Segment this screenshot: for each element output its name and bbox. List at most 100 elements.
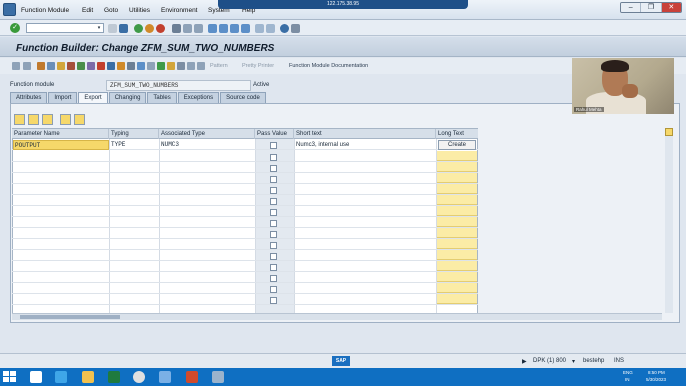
activate-icon[interactable]	[67, 62, 75, 70]
table-row[interactable]	[12, 184, 478, 195]
file-explorer-icon[interactable]	[30, 371, 42, 383]
chevron-down-icon[interactable]: ▾	[95, 24, 103, 32]
function-module-documentation-button[interactable]: Function Module Documentation	[289, 63, 368, 69]
pass-value-checkbox[interactable]	[270, 275, 277, 282]
table-row[interactable]	[12, 228, 478, 239]
pass-value-checkbox[interactable]	[270, 209, 277, 216]
enhance-icon[interactable]	[177, 62, 185, 70]
copy-icon[interactable]	[197, 62, 205, 70]
long-text-cell[interactable]	[437, 283, 477, 293]
long-text-cell[interactable]	[437, 294, 477, 304]
table-row[interactable]	[12, 272, 478, 283]
table-row[interactable]	[12, 250, 478, 261]
menu-edit[interactable]: Edit	[82, 7, 93, 14]
excel-icon[interactable]	[108, 371, 120, 383]
pattern-button[interactable]: Pattern	[210, 63, 228, 69]
table-row[interactable]	[12, 173, 478, 184]
forward-arrow-icon[interactable]	[23, 62, 31, 70]
header-short-text[interactable]: Short text	[294, 129, 436, 139]
tab-changing[interactable]: Changing	[108, 92, 147, 103]
table-row[interactable]	[12, 217, 478, 228]
enter-check-icon[interactable]: ✓	[10, 23, 20, 33]
sap-window-icon[interactable]	[3, 3, 16, 16]
close-button[interactable]: ✕	[661, 3, 681, 12]
tab-import[interactable]: Import	[48, 92, 78, 103]
language-indicator[interactable]: ENG	[623, 370, 633, 375]
tab-tables[interactable]: Tables	[147, 92, 177, 103]
folder-icon[interactable]	[82, 371, 94, 383]
pass-value-checkbox[interactable]	[270, 165, 277, 172]
first-page-icon[interactable]	[208, 24, 217, 33]
long-text-cell[interactable]	[437, 206, 477, 216]
pretty-printer-button[interactable]: Pretty Printer	[242, 63, 274, 69]
object-list-icon[interactable]	[107, 62, 115, 70]
app-icon[interactable]	[159, 371, 171, 383]
pass-value-checkbox[interactable]	[270, 187, 277, 194]
paste-row-icon[interactable]	[42, 114, 53, 125]
shortcut-icon[interactable]	[266, 24, 275, 33]
other-object-icon[interactable]	[47, 62, 55, 70]
exit-icon[interactable]	[145, 24, 154, 33]
tab-attributes[interactable]: Attributes	[10, 92, 48, 103]
clock-time[interactable]: 8:50 PM	[648, 370, 665, 375]
pass-value-checkbox[interactable]	[270, 297, 277, 304]
long-text-cell[interactable]	[437, 239, 477, 249]
customize-layout-icon[interactable]	[291, 24, 300, 33]
clock-date[interactable]: 5/30/2023	[646, 377, 666, 382]
save-icon[interactable]	[119, 24, 128, 33]
long-text-cell[interactable]	[437, 151, 477, 161]
typing-cell[interactable]: TYPE	[111, 140, 125, 150]
navigation-icon[interactable]	[117, 62, 125, 70]
pass-value-checkbox[interactable]	[270, 198, 277, 205]
long-text-cell[interactable]	[437, 162, 477, 172]
vertical-scrollbar[interactable]	[665, 128, 673, 313]
table-row[interactable]	[12, 239, 478, 250]
sap-gui-icon[interactable]	[212, 371, 224, 383]
chevron-down-icon[interactable]: ▾	[572, 358, 575, 365]
chrome-icon[interactable]	[133, 371, 145, 383]
table-row[interactable]	[12, 162, 478, 173]
system-info[interactable]: DPK (1) 800	[533, 358, 566, 364]
restore-button[interactable]: ❐	[641, 3, 662, 12]
play-icon[interactable]: ▶	[522, 358, 527, 365]
pass-value-checkbox[interactable]	[270, 242, 277, 249]
table-row[interactable]	[12, 206, 478, 217]
table-row[interactable]	[12, 283, 478, 294]
create-long-text-button[interactable]: Create	[438, 140, 476, 150]
table-row[interactable]	[12, 261, 478, 272]
header-typing[interactable]: Typing	[109, 129, 159, 139]
table-row[interactable]	[12, 195, 478, 206]
pass-value-checkbox[interactable]	[270, 154, 277, 161]
associated-type-cell[interactable]: NUMC3	[161, 140, 179, 150]
previous-page-icon[interactable]	[219, 24, 228, 33]
pass-value-checkbox[interactable]	[270, 231, 277, 238]
back-icon[interactable]	[134, 24, 143, 33]
header-associated-type[interactable]: Associated Type	[159, 129, 255, 139]
new-session-icon[interactable]	[255, 24, 264, 33]
history-back-icon[interactable]	[108, 24, 117, 33]
header-long-text[interactable]: Long Text	[436, 129, 478, 139]
short-text-cell[interactable]: Numc3, internal use	[296, 140, 349, 150]
table-row[interactable]	[12, 151, 478, 162]
tab-source-code[interactable]: Source code	[220, 92, 266, 103]
header-parameter-name[interactable]: Parameter Name	[12, 129, 109, 139]
windows-start-icon[interactable]	[3, 371, 16, 383]
long-text-cell[interactable]	[437, 250, 477, 260]
powerpoint-icon[interactable]	[186, 371, 198, 383]
long-text-cell[interactable]	[437, 261, 477, 271]
menu-environment[interactable]: Environment	[161, 7, 198, 14]
info-system-icon[interactable]	[137, 62, 145, 70]
find-next-icon[interactable]	[194, 24, 203, 33]
check-syntax-icon[interactable]	[57, 62, 65, 70]
breakpoint-icon[interactable]	[167, 62, 175, 70]
function-module-field[interactable]: ZFM_SUM_TWO_NUMBERS	[106, 80, 251, 91]
horizontal-scrollbar[interactable]	[12, 313, 662, 320]
long-text-cell[interactable]	[437, 217, 477, 227]
pass-value-checkbox[interactable]	[270, 286, 277, 293]
parameter-name-cell[interactable]: POUTPUT	[13, 140, 109, 150]
edit-object-icon[interactable]	[97, 62, 105, 70]
region-indicator[interactable]: IN	[625, 377, 630, 382]
vscode-icon[interactable]	[55, 371, 67, 383]
test-icon[interactable]	[77, 62, 85, 70]
header-pass-value[interactable]: Pass Value	[255, 129, 294, 139]
